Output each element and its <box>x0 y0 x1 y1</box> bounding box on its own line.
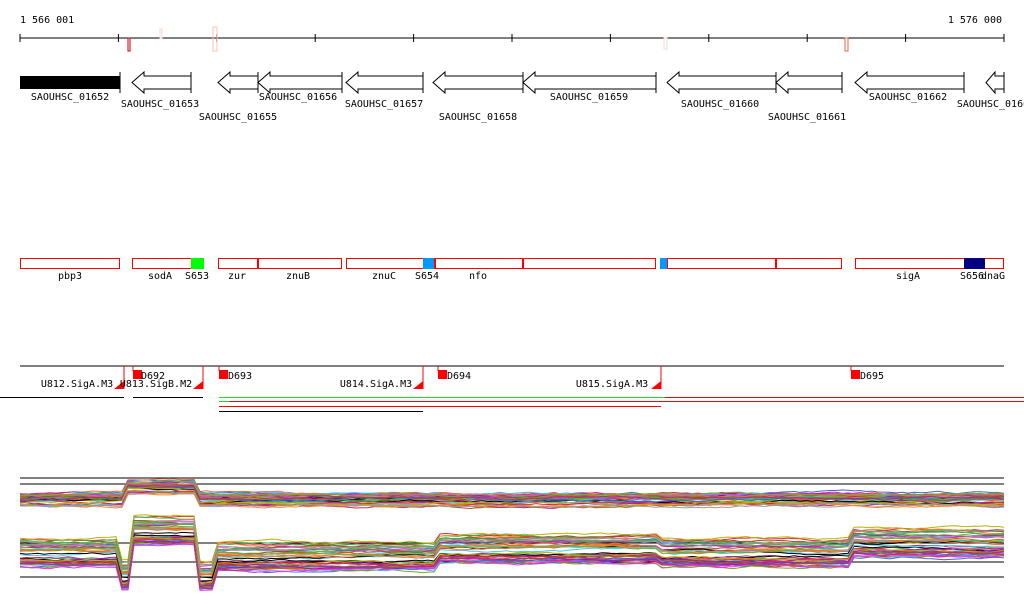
gene-label: SAOUHSC_01657 <box>345 99 423 110</box>
terminator-d693[interactable]: D693 <box>218 366 252 382</box>
signal-mark[interactable] <box>127 37 131 52</box>
promoter-u815.siga.m3[interactable]: U815.SigA.M3 <box>576 366 662 390</box>
operon-label: dnaG <box>981 271 1005 282</box>
operon-box[interactable] <box>20 258 120 269</box>
signal-mark[interactable] <box>663 37 668 50</box>
gene-label: SAOUHSC_01660 <box>681 99 759 110</box>
gene-track: SAOUHSC_01652 SAOUHSC_01653SAOUHSC_01655 S… <box>20 70 1024 123</box>
site-marker-s654[interactable] <box>423 258 434 269</box>
svg-text:U814.SigA.M3: U814.SigA.M3 <box>340 379 412 390</box>
promoter-track: U812.SigA.M3 U813.SigB.M2 U814.SigA.M3 U815… <box>20 365 1004 390</box>
gene-saouhsc_01658[interactable]: SAOUHSC_01658 <box>432 70 524 123</box>
operon-label: znuB <box>286 271 310 282</box>
gene-saouhsc_0166[interactable]: SAOUHSC_0166 <box>957 70 1024 110</box>
genome-browser-view: 1 566 001 1 576 000 SAOUHSC_01652SAOUHSC… <box>0 15 1024 592</box>
terminator-d695[interactable]: D695 <box>850 366 884 382</box>
gene-label: SAOUHSC_01652 <box>31 92 109 103</box>
gene-label: SAOUHSC_01653 <box>121 99 199 110</box>
operon-box[interactable] <box>523 258 656 269</box>
site-marker-s656[interactable] <box>964 258 985 269</box>
coordinate-ruler: 1 566 001 1 576 000 <box>19 15 1005 52</box>
gene-saouhsc_01657[interactable]: SAOUHSC_01657 <box>345 70 424 110</box>
gene-label: SAOUHSC_01656 <box>259 92 337 103</box>
operon-label: sigA <box>896 271 920 282</box>
operon-label: nfo <box>469 271 487 282</box>
expression-profile-track <box>19 477 1005 592</box>
signal-mark[interactable] <box>844 37 849 52</box>
site-marker[interactable] <box>660 258 667 269</box>
signal-mark[interactable] <box>159 28 163 39</box>
operon-box[interactable] <box>258 258 342 269</box>
terminator-d694[interactable]: D694 <box>437 366 471 382</box>
svg-text:D693: D693 <box>228 371 252 382</box>
operon-label: S653 <box>185 271 209 282</box>
gene-saouhsc_01652[interactable]: SAOUHSC_01652 <box>20 72 121 103</box>
operon-box[interactable] <box>218 258 258 269</box>
operon-box[interactable] <box>435 258 523 269</box>
gene-saouhsc_01653[interactable]: SAOUHSC_01653 <box>121 70 199 110</box>
svg-text:D695: D695 <box>860 371 884 382</box>
gene-saouhsc_01660[interactable]: SAOUHSC_01660 <box>666 70 777 110</box>
operon-label: pbp3 <box>58 271 82 282</box>
gene-label: SAOUHSC_01662 <box>869 92 947 103</box>
gene-saouhsc_01662[interactable]: SAOUHSC_01662 <box>854 70 965 103</box>
ruler-end-label: 1 576 000 <box>948 15 1002 26</box>
operon-label: zur <box>228 271 246 282</box>
gene-label: SAOUHSC_01661 <box>768 112 846 123</box>
ruler-start-label: 1 566 001 <box>20 15 74 26</box>
operon-box[interactable] <box>346 258 435 269</box>
operon-box[interactable] <box>667 258 776 269</box>
promoter-u812.siga.m3[interactable]: U812.SigA.M3 <box>41 366 125 390</box>
svg-text:D692: D692 <box>141 371 165 382</box>
operon-label: znuC <box>372 271 396 282</box>
operon-track: pbp3 sodA S653 zur znuB znuC S654 nfo sigA S656dn… <box>20 258 1005 282</box>
svg-text:U815.SigA.M3: U815.SigA.M3 <box>576 379 648 390</box>
gene-label: SAOUHSC_0166 <box>957 99 1024 110</box>
operon-label: S654 <box>415 271 439 282</box>
svg-text:D694: D694 <box>447 371 471 382</box>
gene-label: SAOUHSC_01658 <box>439 112 517 123</box>
gene-label: SAOUHSC_01655 <box>199 112 277 123</box>
transcription-unit-track <box>0 397 1024 412</box>
svg-text:U812.SigA.M3: U812.SigA.M3 <box>41 379 113 390</box>
site-marker-s653[interactable] <box>191 258 204 269</box>
gene-saouhsc_01656[interactable]: SAOUHSC_01656 <box>257 70 343 103</box>
gene-label: SAOUHSC_01659 <box>550 92 628 103</box>
gene-saouhsc_01661[interactable]: SAOUHSC_01661 <box>768 70 846 123</box>
operon-box[interactable] <box>776 258 842 269</box>
operon-label: sodA <box>148 271 172 282</box>
gene-saouhsc_01659[interactable]: SAOUHSC_01659 <box>522 70 657 103</box>
promoter-u814.siga.m3[interactable]: U814.SigA.M3 <box>340 366 424 390</box>
